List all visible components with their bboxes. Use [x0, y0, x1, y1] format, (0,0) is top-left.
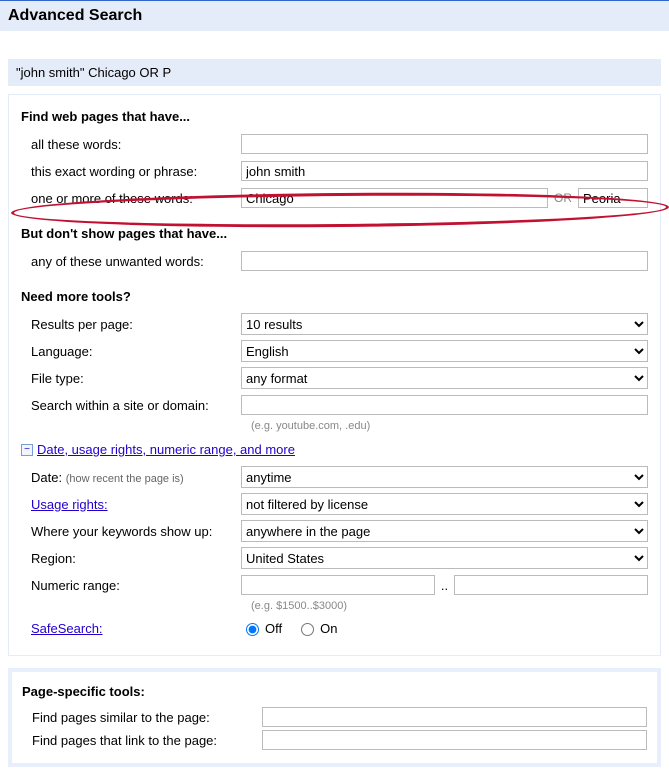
- safesearch-radio-group: Off On: [241, 620, 337, 636]
- row-language: Language: English: [21, 339, 648, 363]
- select-date[interactable]: anytime: [241, 466, 648, 488]
- date-note: (how recent the page is): [66, 473, 184, 485]
- or-separator: OR: [554, 191, 572, 205]
- label-similar: Find pages similar to the page:: [22, 710, 262, 725]
- row-similar: Find pages similar to the page:: [22, 707, 647, 727]
- input-or-word-1[interactable]: [241, 188, 548, 208]
- input-all-words[interactable]: [241, 134, 648, 154]
- label-unwanted: any of these unwanted words:: [21, 254, 241, 269]
- input-similar[interactable]: [262, 707, 647, 727]
- label-date: Date: (how recent the page is): [21, 470, 241, 485]
- row-one-or-more: one or more of these words: OR: [21, 186, 648, 210]
- row-numeric-range: Numeric range: ..: [21, 573, 648, 597]
- row-site: Search within a site or domain:: [21, 393, 648, 417]
- safesearch-link[interactable]: SafeSearch:: [31, 621, 103, 636]
- page-specific-section: Page-specific tools: Find pages similar …: [8, 668, 661, 767]
- row-link-to: Find pages that link to the page:: [22, 730, 647, 750]
- safesearch-off-label[interactable]: Off: [241, 620, 282, 636]
- row-all-words: all these words:: [21, 132, 648, 156]
- row-usage-rights: Usage rights: not filtered by license: [21, 492, 648, 516]
- row-unwanted: any of these unwanted words:: [21, 249, 648, 273]
- input-numeric-from[interactable]: [241, 575, 435, 595]
- input-exact-phrase[interactable]: [241, 161, 648, 181]
- query-preview: "john smith" Chicago OR P: [8, 59, 661, 86]
- safesearch-on-radio[interactable]: [301, 623, 314, 636]
- label-exact-phrase: this exact wording or phrase:: [21, 164, 241, 179]
- safesearch-on-label[interactable]: On: [296, 620, 337, 636]
- input-unwanted[interactable]: [241, 251, 648, 271]
- input-site[interactable]: [241, 395, 648, 415]
- input-or-word-2[interactable]: [578, 188, 648, 208]
- hint-numeric: (e.g. $1500..$3000): [251, 600, 648, 612]
- row-exact-phrase: this exact wording or phrase:: [21, 159, 648, 183]
- usage-rights-link[interactable]: Usage rights:: [31, 497, 108, 512]
- select-region[interactable]: United States: [241, 547, 648, 569]
- exclude-heading: But don't show pages that have...: [21, 226, 648, 241]
- label-all-words: all these words:: [21, 137, 241, 152]
- minus-icon[interactable]: −: [21, 444, 33, 456]
- select-results-per-page[interactable]: 10 results: [241, 313, 648, 335]
- select-language[interactable]: English: [241, 340, 648, 362]
- select-file-type[interactable]: any format: [241, 367, 648, 389]
- range-separator: ..: [441, 578, 448, 593]
- page-specific-heading: Page-specific tools:: [22, 684, 647, 699]
- row-results-per-page: Results per page: 10 results: [21, 312, 648, 336]
- row-date: Date: (how recent the page is) anytime: [21, 465, 648, 489]
- page-title: Advanced Search: [0, 0, 669, 31]
- tools-heading: Need more tools?: [21, 289, 648, 304]
- label-region: Region:: [21, 551, 241, 566]
- row-file-type: File type: any format: [21, 366, 648, 390]
- select-where[interactable]: anywhere in the page: [241, 520, 648, 542]
- row-safesearch: SafeSearch: Off On: [21, 616, 648, 640]
- more-toggle-row[interactable]: − Date, usage rights, numeric range, and…: [21, 442, 648, 457]
- find-heading: Find web pages that have...: [21, 109, 648, 124]
- label-language: Language:: [21, 344, 241, 359]
- safesearch-off-radio[interactable]: [246, 623, 259, 636]
- label-link-to: Find pages that link to the page:: [22, 733, 262, 748]
- label-site: Search within a site or domain:: [21, 398, 241, 413]
- label-numeric-range: Numeric range:: [21, 578, 241, 593]
- hint-site: (e.g. youtube.com, .edu): [251, 420, 648, 432]
- label-results-per-page: Results per page:: [21, 317, 241, 332]
- input-link-to[interactable]: [262, 730, 647, 750]
- more-toggle-link[interactable]: Date, usage rights, numeric range, and m…: [37, 442, 295, 457]
- row-region: Region: United States: [21, 546, 648, 570]
- input-numeric-to[interactable]: [454, 575, 648, 595]
- row-where: Where your keywords show up: anywhere in…: [21, 519, 648, 543]
- label-where: Where your keywords show up:: [21, 524, 241, 539]
- label-file-type: File type:: [21, 371, 241, 386]
- select-usage-rights[interactable]: not filtered by license: [241, 493, 648, 515]
- label-one-or-more: one or more of these words:: [21, 191, 241, 206]
- main-form-section: Find web pages that have... all these wo…: [8, 94, 661, 656]
